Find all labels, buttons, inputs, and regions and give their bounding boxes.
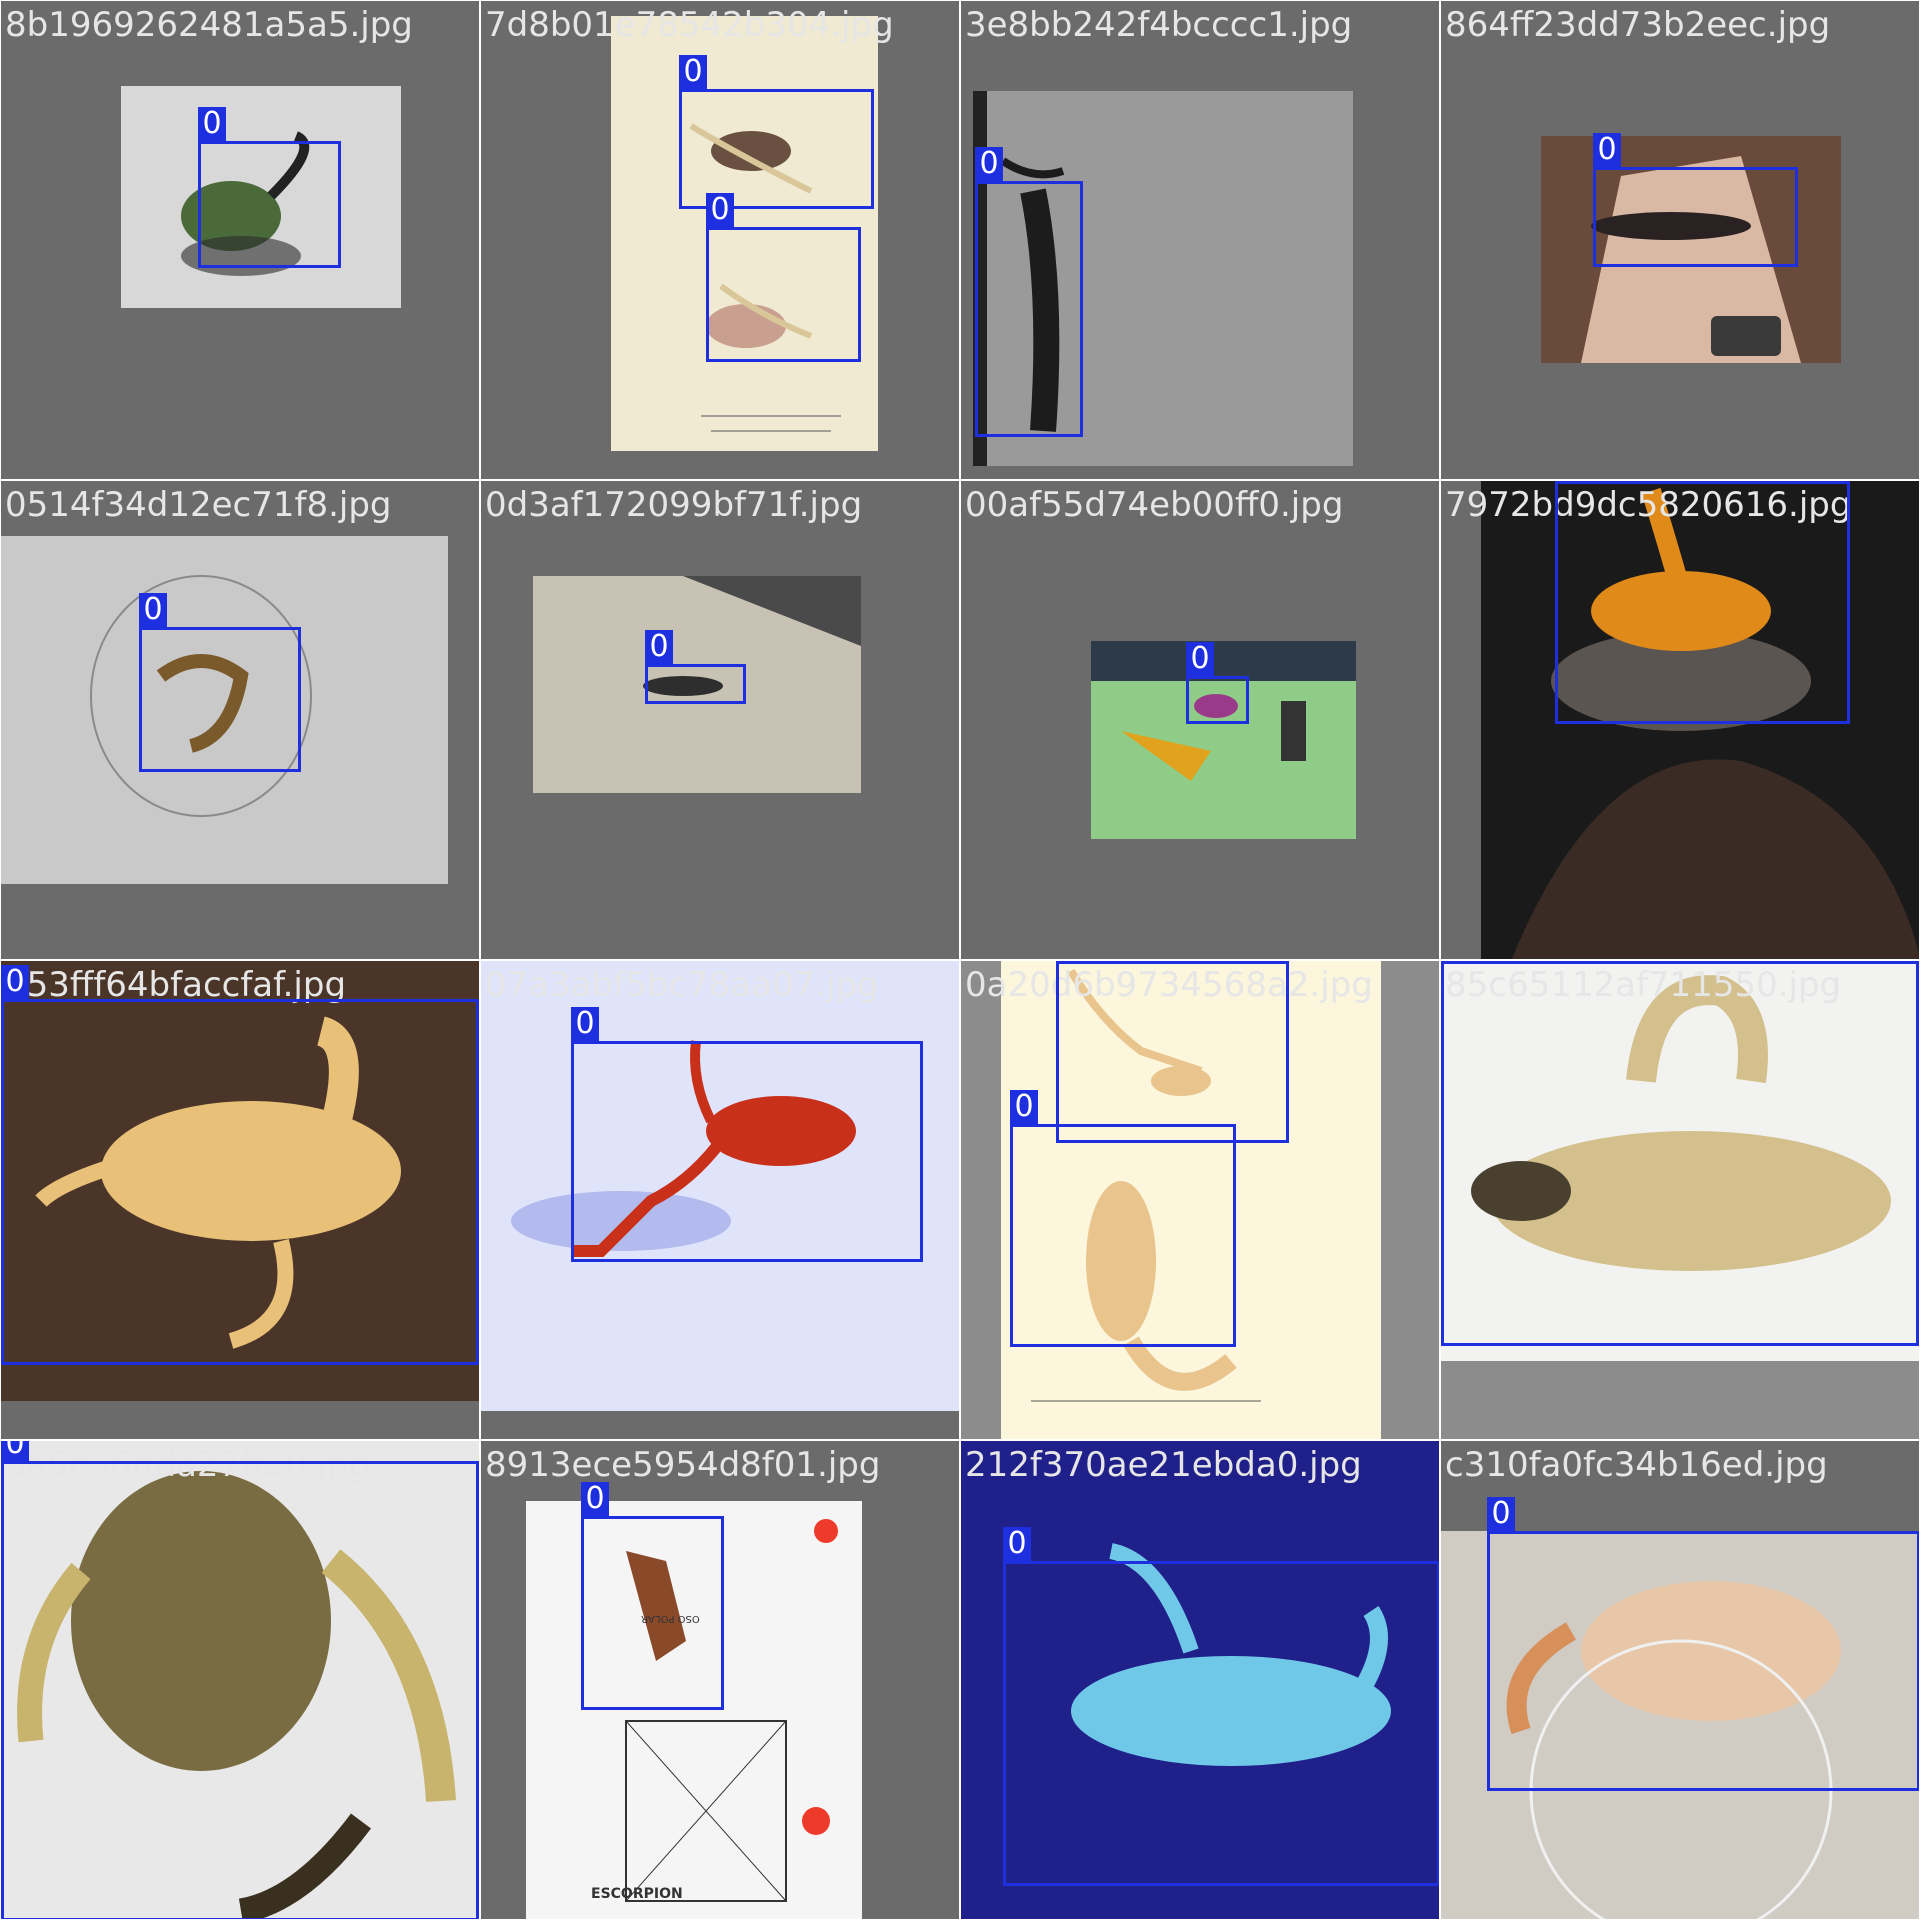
grid-tile[interactable]: 0514f34d12ec71f8.jpg 0 bbox=[0, 480, 480, 960]
image-filename: 0514f34d12ec71f8.jpg bbox=[5, 485, 392, 525]
class-label: 0 bbox=[975, 147, 1003, 181]
grid-tile[interactable]: c310fa0fc34b16ed.jpg 0 bbox=[1440, 1440, 1920, 1920]
detection-box[interactable]: 0 bbox=[581, 1482, 724, 1710]
detection-box[interactable]: 0 bbox=[1555, 481, 1850, 724]
grid-tile[interactable]: 3e8bb242f4bcccc1.jpg 0 bbox=[960, 0, 1440, 480]
image-filename: 8b1969262481a5a5.jpg bbox=[5, 5, 413, 45]
detection-box[interactable]: 0 bbox=[198, 107, 341, 268]
class-label: 0 bbox=[1003, 1527, 1031, 1561]
class-label: 0 bbox=[581, 1482, 609, 1516]
image-filename: 7d8b01e78542b304.jpg bbox=[485, 5, 894, 45]
detection-box[interactable]: 0 bbox=[1003, 1527, 1439, 1886]
image-filename: 0d3af172099bf71f.jpg bbox=[485, 485, 863, 525]
class-label: 0 bbox=[1010, 1090, 1038, 1124]
grid-tile[interactable]: 3a5c36ffda27ff20.jpg 0 bbox=[0, 1440, 480, 1920]
class-label: 0 bbox=[1487, 1497, 1515, 1531]
grid-tile[interactable]: 07a3abf5bc78aa07.jpg 0 bbox=[480, 960, 960, 1440]
grid-tile[interactable]: 212f370ae21ebda0.jpg 0 bbox=[960, 1440, 1440, 1920]
class-label: 0 bbox=[679, 55, 707, 89]
detection-box[interactable]: 0 bbox=[139, 593, 301, 772]
detection-box[interactable]: 0 bbox=[1010, 1090, 1236, 1347]
detection-box[interactable]: 0 bbox=[1, 965, 479, 1365]
grid-tile[interactable]: 864ff23dd73b2eec.jpg 0 bbox=[1440, 0, 1920, 480]
image-filename: 3e8bb242f4bcccc1.jpg bbox=[965, 5, 1353, 45]
detection-box[interactable]: 0 bbox=[645, 630, 746, 704]
detection-box[interactable]: 0 bbox=[571, 1007, 923, 1262]
class-label: 0 bbox=[1056, 960, 1084, 961]
class-label: 0 bbox=[1593, 133, 1621, 167]
detection-box[interactable]: 0 bbox=[679, 55, 874, 209]
grid-tile[interactable]: 7972bd9dc5820616.jpg 0 bbox=[1440, 480, 1920, 960]
class-label: 0 bbox=[706, 193, 734, 227]
card-bottom-text: ESCORPION bbox=[591, 1886, 683, 1902]
grid-tile[interactable]: 0d3af172099bf71f.jpg 0 bbox=[480, 480, 960, 960]
image-filename: 212f370ae21ebda0.jpg bbox=[965, 1445, 1362, 1485]
detection-box[interactable]: 0 bbox=[1593, 133, 1798, 267]
grid-tile[interactable]: 0a20d6b9734568a2.jpg 0 0 bbox=[960, 960, 1440, 1440]
detection-box[interactable]: 0 bbox=[1, 1441, 479, 1919]
grid-tile[interactable]: 053fff64bfaccfaf.jpg 0 bbox=[0, 960, 480, 1440]
class-label: 0 bbox=[139, 593, 167, 627]
class-label: 0 bbox=[1555, 480, 1583, 481]
image-grid: 8b1969262481a5a5.jpg 0 7d8b01e78542b304.… bbox=[0, 0, 1920, 1920]
detection-box[interactable]: 0 bbox=[1487, 1497, 1919, 1791]
thumbnail-image bbox=[1091, 641, 1356, 839]
grid-tile[interactable]: 85c65112af711550.jpg 0 bbox=[1440, 960, 1920, 1440]
image-filename: 864ff23dd73b2eec.jpg bbox=[1445, 5, 1831, 45]
class-label: 0 bbox=[198, 107, 226, 141]
image-filename: c310fa0fc34b16ed.jpg bbox=[1445, 1445, 1828, 1485]
class-label: 0 bbox=[1186, 642, 1214, 676]
class-label: 0 bbox=[571, 1007, 599, 1041]
grid-tile[interactable]: 7d8b01e78542b304.jpg 0 0 bbox=[480, 0, 960, 480]
image-filename: 07a3abf5bc78aa07.jpg bbox=[485, 965, 879, 1005]
detection-box[interactable]: 0 bbox=[1441, 961, 1919, 1346]
class-label: 0 bbox=[1, 965, 29, 999]
grid-tile[interactable]: 8b1969262481a5a5.jpg 0 bbox=[0, 0, 480, 480]
grid-tile[interactable]: OSO POLAR ESCORPION 8913ece5954d8f01.jpg… bbox=[480, 1440, 960, 1920]
class-label: 0 bbox=[1, 1441, 29, 1461]
class-label: 0 bbox=[645, 630, 673, 664]
detection-box[interactable]: 0 bbox=[1186, 642, 1249, 724]
detection-box[interactable]: 0 bbox=[975, 147, 1083, 437]
grid-tile[interactable]: 00af55d74eb00ff0.jpg 0 bbox=[960, 480, 1440, 960]
image-filename: 8913ece5954d8f01.jpg bbox=[485, 1445, 881, 1485]
class-label: 0 bbox=[1441, 960, 1469, 961]
detection-box[interactable]: 0 bbox=[1056, 961, 1289, 1143]
detection-box[interactable]: 0 bbox=[706, 193, 861, 362]
image-filename: 00af55d74eb00ff0.jpg bbox=[965, 485, 1344, 525]
